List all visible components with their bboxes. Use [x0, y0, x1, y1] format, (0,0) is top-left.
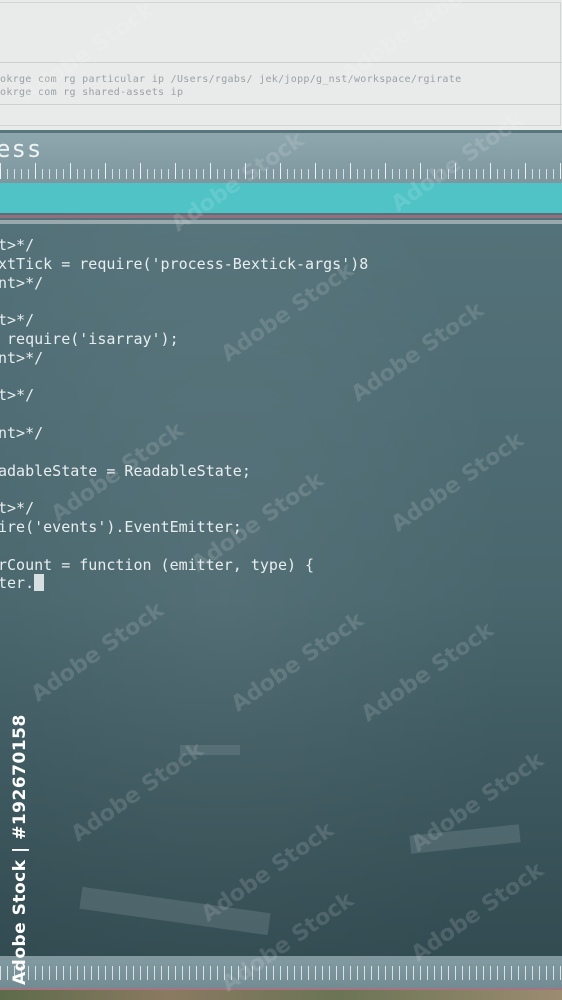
code-line: nt>*/: [0, 349, 44, 367]
code-line-current: ter.: [0, 574, 45, 592]
code-line: rCount = function (emitter, type) {: [0, 556, 315, 574]
divider-line: [0, 215, 562, 218]
code-line: xtTick = require('process-Bextick-args')…: [0, 255, 369, 273]
code-line: t>*/: [0, 236, 35, 254]
code-line: nt>*/: [0, 424, 44, 442]
divider-line: [0, 220, 562, 224]
bottom-ruler: [0, 966, 562, 980]
code-line: t>*/: [0, 499, 35, 517]
code-line: t>*/: [0, 386, 35, 404]
code-line: require('isarray');: [0, 330, 179, 348]
foreground-grass: [0, 990, 562, 1000]
stock-id-label: Adobe Stock | #192670158: [10, 714, 30, 985]
code-line: nt>*/: [0, 274, 44, 292]
panel-rule: [0, 104, 562, 105]
code-line: ire('events').EventEmitter;: [0, 518, 242, 536]
code-line: t>*/: [0, 311, 35, 329]
code-line-text: ter.: [0, 574, 35, 592]
accent-bar: [0, 183, 562, 213]
text-cursor: [34, 574, 45, 591]
window-title: ess: [0, 135, 43, 163]
